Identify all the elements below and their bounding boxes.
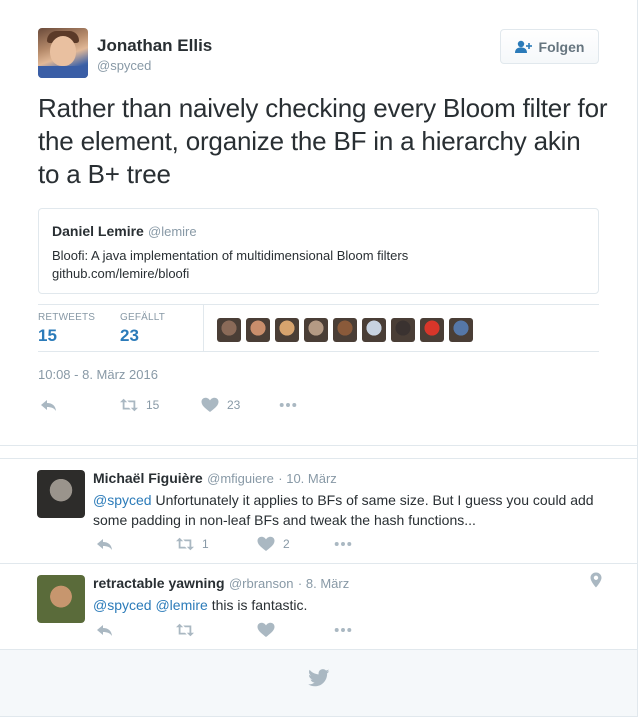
like-button[interactable]: 23 — [201, 397, 240, 413]
reply-icon — [97, 625, 112, 636]
retweet-icon — [176, 537, 194, 551]
quote-author-handle: @lemire — [148, 224, 197, 239]
more-button[interactable] — [334, 536, 352, 552]
heart-icon — [201, 397, 219, 412]
reply-icon — [41, 400, 56, 411]
likes-count: 23 — [120, 326, 139, 345]
author-handle[interactable]: @spyced — [97, 58, 151, 73]
like-button[interactable] — [257, 622, 275, 638]
retweet-icon — [120, 398, 138, 412]
liker-avatar[interactable] — [362, 318, 386, 342]
reply-header: retractable yawning @rbranson · 8. März — [93, 575, 349, 593]
more-icon — [279, 403, 297, 407]
main-tweet: Jonathan Ellis @spyced Folgen Rather tha… — [0, 0, 637, 446]
reply-text: @spyced Unfortunately it applies to BFs … — [93, 490, 613, 530]
liker-avatars — [217, 318, 473, 342]
tweet-stats: RETWEETS 15 GEFÄLLT 23 — [38, 304, 599, 352]
tweet-page: Jonathan Ellis @spyced Folgen Rather tha… — [0, 0, 638, 717]
follow-button[interactable]: Folgen — [500, 29, 599, 64]
quote-text: Bloofi: A java implementation of multidi… — [52, 247, 592, 283]
author-name[interactable]: Jonathan Ellis — [97, 36, 212, 56]
like-count: 23 — [227, 398, 241, 412]
more-icon — [334, 628, 352, 632]
retweet-button[interactable] — [176, 622, 194, 638]
retweets-count: 15 — [38, 326, 57, 345]
follow-user-icon — [514, 40, 532, 53]
likes-label: GEFÄLLT — [120, 312, 166, 323]
more-icon — [334, 542, 352, 546]
heart-icon — [257, 622, 275, 637]
reply-author-name[interactable]: Michaël Figuière — [93, 470, 203, 486]
reply-actions: 1 2 — [96, 536, 396, 554]
reply-date[interactable]: · 8. März — [298, 576, 349, 591]
stats-divider — [203, 305, 204, 351]
author-avatar[interactable] — [38, 28, 88, 78]
liker-avatar[interactable] — [246, 318, 270, 342]
quote-text-line: Bloofi: A java implementation of multidi… — [52, 248, 409, 263]
liker-avatar[interactable] — [391, 318, 415, 342]
retweet-count: 1 — [202, 537, 209, 551]
liker-avatar[interactable] — [420, 318, 444, 342]
avatar-shirt — [38, 66, 88, 78]
reply-header: Michaël Figuière @mfiguiere · 10. März — [93, 470, 337, 488]
liker-avatar[interactable] — [333, 318, 357, 342]
reply-icon — [97, 539, 112, 550]
tweet-timestamp[interactable]: 10:08 - 8. März 2016 — [38, 367, 158, 382]
liker-avatar[interactable] — [449, 318, 473, 342]
follow-label: Folgen — [538, 38, 585, 55]
retweet-button[interactable]: 15 — [120, 397, 159, 413]
location-icon[interactable] — [589, 572, 603, 588]
reply-button[interactable] — [96, 622, 114, 638]
liker-avatar[interactable] — [304, 318, 328, 342]
reply-date[interactable]: · 10. März — [278, 471, 337, 486]
liker-avatar[interactable] — [275, 318, 299, 342]
reply-item[interactable]: retractable yawning @rbranson · 8. März … — [0, 564, 637, 650]
reply-button[interactable] — [40, 397, 58, 413]
footer — [0, 650, 637, 716]
liker-avatar[interactable] — [217, 318, 241, 342]
mention-link[interactable]: @spyced — [93, 597, 152, 613]
reply-text-body: Unfortunately it applies to BFs of same … — [93, 492, 594, 528]
avatar-face — [50, 36, 76, 66]
quote-author-name: Daniel Lemire — [52, 223, 144, 239]
likes-stat[interactable]: GEFÄLLT 23 — [120, 312, 165, 346]
reply-author-handle[interactable]: @mfiguiere — [207, 471, 274, 486]
reply-author-handle[interactable]: @rbranson — [229, 576, 294, 591]
retweet-icon — [176, 623, 194, 637]
retweet-count: 15 — [146, 398, 160, 412]
reply-avatar[interactable] — [37, 470, 85, 518]
quote-tweet-card[interactable]: Daniel Lemire @lemire Bloofi: A java imp… — [38, 208, 599, 294]
more-button[interactable] — [334, 622, 352, 638]
twitter-bird-icon[interactable] — [308, 669, 330, 687]
retweets-label: RETWEETS — [38, 312, 96, 323]
more-button[interactable] — [279, 397, 297, 413]
reply-button[interactable] — [96, 536, 114, 552]
retweets-stat[interactable]: RETWEETS 15 — [38, 312, 95, 346]
heart-icon — [257, 536, 275, 551]
like-button[interactable]: 2 — [257, 536, 290, 552]
reply-text-body: this is fantastic. — [207, 597, 308, 613]
mention-link[interactable]: @lemire — [155, 597, 207, 613]
tweet-text: Rather than naively checking every Bloom… — [38, 93, 608, 189]
reply-author-name[interactable]: retractable yawning — [93, 575, 225, 591]
like-count: 2 — [283, 537, 290, 551]
retweet-button[interactable]: 1 — [176, 536, 209, 552]
quote-link[interactable]: github.com/lemire/bloofi — [52, 265, 592, 283]
reply-item[interactable]: Michaël Figuière @mfiguiere · 10. März @… — [0, 458, 637, 564]
reply-actions — [96, 622, 396, 640]
tweet-actions: 15 23 — [38, 397, 338, 417]
reply-avatar[interactable] — [37, 575, 85, 623]
mention-link[interactable]: @spyced — [93, 492, 152, 508]
reply-text: @spyced @lemire this is fantastic. — [93, 595, 613, 615]
